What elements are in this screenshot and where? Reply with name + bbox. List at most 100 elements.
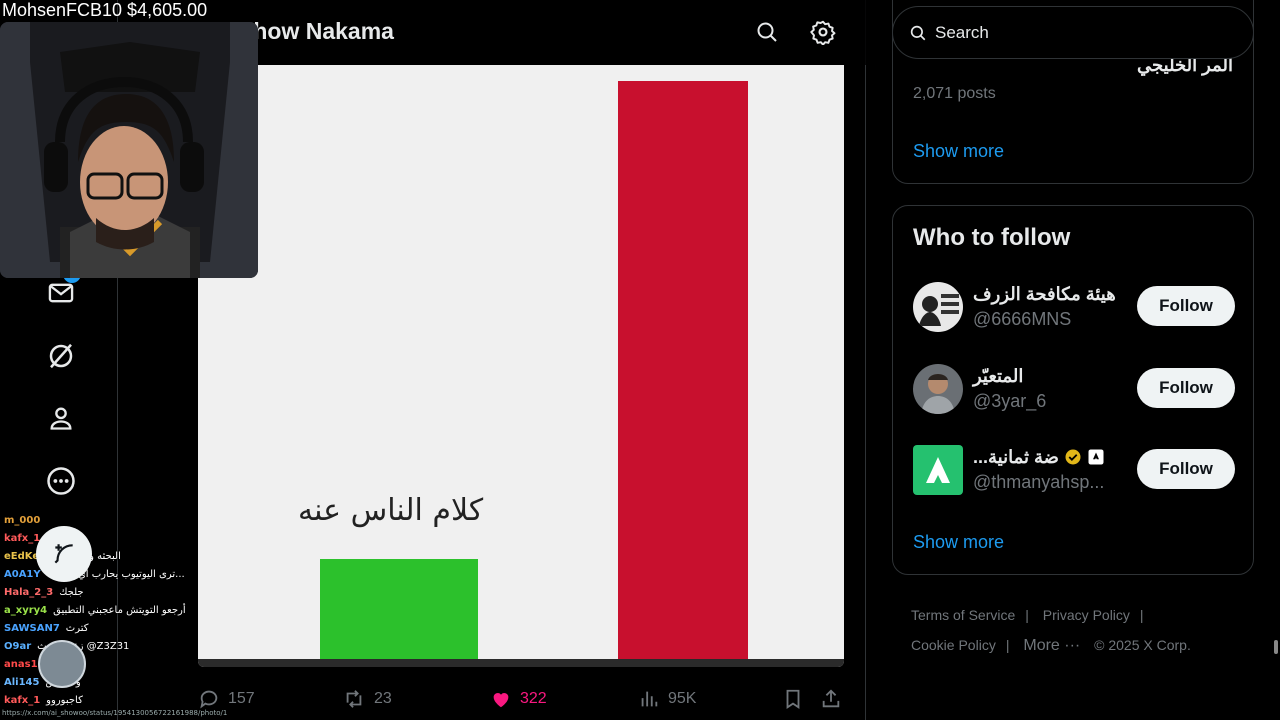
- account-name[interactable]: المتعيّر: [973, 366, 1023, 387]
- chat-username: kafx_1: [4, 533, 41, 544]
- post-actions: 157 23 322 95K: [198, 684, 848, 714]
- share-button[interactable]: [820, 684, 842, 714]
- follow-button[interactable]: Follow: [1137, 449, 1235, 489]
- who-to-follow-card: Who to follow هيئة مكافحة الزرف @6666MNS…: [892, 205, 1254, 575]
- terms-link[interactable]: Terms of Service: [911, 607, 1015, 623]
- more-circle-icon: [47, 467, 75, 495]
- reply-count: 157: [228, 690, 255, 707]
- account-handle: @6666MNS: [973, 309, 1072, 329]
- who-to-follow-show-more-link[interactable]: Show more: [913, 532, 1004, 553]
- status-url: https://x.com/ai_showoo/status/195413005…: [2, 709, 228, 717]
- grok-nav-button[interactable]: [41, 336, 81, 376]
- privacy-link[interactable]: Privacy Policy: [1043, 607, 1130, 623]
- chat-username: A0A1Y: [4, 569, 41, 580]
- envelope-icon: [48, 283, 74, 303]
- stream-donation-label: MohsenFCB10 $4,605.00: [2, 0, 208, 20]
- avatar-image: [913, 364, 963, 414]
- chat-username: kafx_1: [4, 695, 41, 706]
- repost-button[interactable]: 23: [342, 684, 392, 714]
- chat-username: anas1: [4, 659, 38, 670]
- view-count: 95K: [668, 690, 697, 707]
- copyright-text: © 2025 X Corp.: [1094, 637, 1191, 653]
- chat-username: a_xyry4: [4, 605, 48, 616]
- search-box[interactable]: [892, 6, 1254, 59]
- more-nav-button[interactable]: [41, 461, 81, 501]
- trends-show-more-link[interactable]: Show more: [913, 141, 1004, 162]
- messages-nav-button[interactable]: 1: [41, 265, 81, 313]
- gear-icon: [810, 20, 836, 45]
- repost-count: 23: [374, 690, 392, 707]
- bar-chart-icon: [641, 691, 658, 707]
- account-name-text: ...ضة ثمانية: [973, 447, 1059, 467]
- heart-icon: [493, 693, 509, 708]
- account-name[interactable]: ...ضة ثمانية: [973, 447, 1105, 468]
- right-sidebar: المر الخليجي 2,071 posts Show more Who t…: [866, 0, 1280, 720]
- profile-nav-button[interactable]: [41, 398, 81, 438]
- chat-username: O9ar: [4, 641, 32, 652]
- chat-message: A0A1Y ترى اليوتيوب يحارب اي شي ك...: [4, 566, 204, 584]
- verified-badge-icon: [1065, 449, 1081, 465]
- chat-message: a_xyry4 أرجعو التويتش ماعجبني التطبيق: [4, 602, 204, 620]
- chat-text: كترث: [65, 623, 89, 634]
- post-media-image[interactable]: كلام الناس عنه: [198, 65, 844, 667]
- chat-text: جلجك: [59, 587, 84, 598]
- account-avatar[interactable]: [913, 445, 963, 495]
- search-icon: [910, 25, 926, 40]
- stream-chat-overlay: m_000 kafx_1 eEdKes3o3 البحثه ولا ما A0A1Y تر…: [4, 512, 204, 710]
- bookmark-button[interactable]: [782, 684, 804, 714]
- like-count: 322: [520, 690, 547, 707]
- search-button[interactable]: [749, 14, 785, 50]
- chat-message: eEdKes3o3 البحثه ولا ما: [4, 548, 204, 566]
- chat-username: Ali145: [4, 677, 40, 688]
- grok-icon: [49, 343, 73, 369]
- chat-username: m_000: [4, 515, 41, 526]
- chat-text: كاجبوروو: [46, 695, 83, 706]
- follow-suggestion-row[interactable]: هيئة مكافحة الزرف @6666MNS Follow: [913, 282, 1235, 334]
- chat-message: m_000: [4, 512, 204, 530]
- person-icon: [50, 407, 72, 430]
- feather-plus-icon: [54, 544, 73, 564]
- webcam-person-image: [0, 22, 258, 278]
- chat-username: Hala_2_3: [4, 587, 54, 598]
- who-to-follow-title: Who to follow: [913, 224, 1071, 251]
- account-handle: @thmanyahsp...: [973, 472, 1105, 492]
- follow-suggestion-row[interactable]: ...ضة ثمانية @thmanyahsp... Follow: [913, 445, 1235, 497]
- search-input[interactable]: [935, 22, 1235, 43]
- bookmark-icon: [786, 689, 800, 709]
- page-title: Show Nakama: [238, 18, 394, 44]
- like-button[interactable]: 322: [490, 684, 547, 714]
- chat-message: O9arزعزع حدث @Z3Z31: [4, 638, 204, 656]
- chat-message: Hala_2_3 جلجك: [4, 584, 204, 602]
- account-avatar[interactable]: [913, 364, 963, 414]
- settings-button[interactable]: [805, 14, 841, 50]
- media-caption: كلام الناس عنه: [298, 493, 484, 528]
- green-bar: [320, 559, 478, 665]
- views-button[interactable]: 95K: [638, 684, 696, 714]
- avatar-image: [913, 282, 963, 332]
- chat-message: kafx_1 كاجبوروو: [4, 692, 204, 710]
- chat-message: Ali145ولا بيبس: [4, 674, 204, 692]
- thmanyah-logo-icon: [913, 445, 963, 495]
- more-footer-link[interactable]: More ···: [1023, 637, 1080, 654]
- cookie-link[interactable]: Cookie Policy: [911, 637, 996, 653]
- follow-button[interactable]: Follow: [1137, 368, 1235, 408]
- search-icon: [757, 22, 777, 42]
- chat-message: kafx_1: [4, 530, 204, 548]
- chat-message: anas1خاوي: [4, 656, 204, 674]
- chat-text: أرجعو التويتش ماعجبني التطبيق: [53, 605, 186, 616]
- follow-suggestion-row[interactable]: المتعيّر @3yar_6 Follow: [913, 364, 1235, 416]
- trend-post-count: 2,071 posts: [913, 85, 996, 102]
- chat-user-avatar: [38, 640, 86, 688]
- scrollbar-thumb[interactable]: [1274, 640, 1278, 654]
- account-name[interactable]: هيئة مكافحة الزرف: [973, 284, 1116, 305]
- streamer-webcam: [0, 22, 258, 278]
- repost-icon: [346, 690, 362, 708]
- chat-username: SAWSAN7: [4, 623, 60, 634]
- follow-button[interactable]: Follow: [1137, 286, 1235, 326]
- compose-post-button[interactable]: [36, 526, 92, 582]
- affiliate-badge-icon: [1088, 449, 1104, 465]
- media-baseline: [198, 659, 844, 667]
- account-handle: @3yar_6: [973, 391, 1047, 411]
- share-icon: [822, 689, 840, 708]
- account-avatar[interactable]: [913, 282, 963, 332]
